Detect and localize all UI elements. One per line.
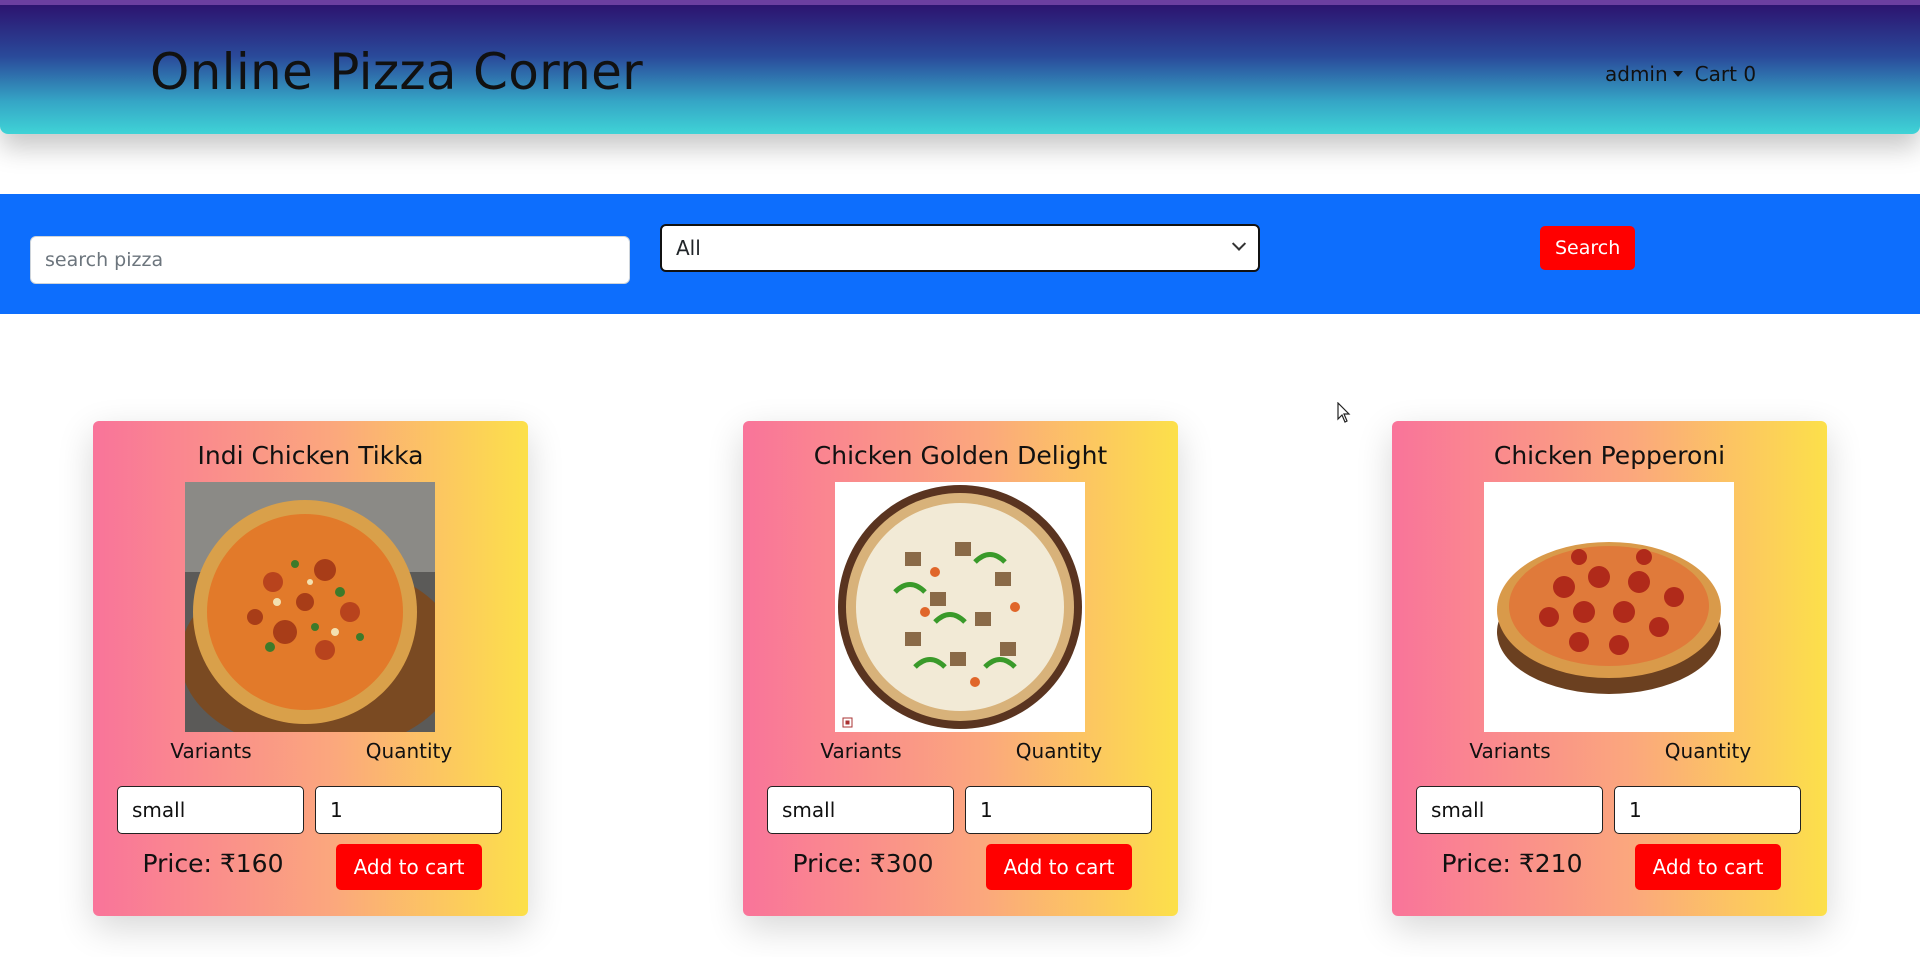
cart-link[interactable]: Cart 0: [1695, 62, 1756, 86]
pizza-name: Indi Chicken Tikka: [197, 441, 424, 470]
pizza-card: Indi Chicken Tikka Variants Quantity sma…: [93, 421, 528, 916]
variant-select[interactable]: small: [767, 786, 954, 834]
category-selected-value: All: [676, 236, 701, 260]
navbar: Online Pizza Corner admin Cart 0: [0, 0, 1920, 134]
pizza-name: Chicken Pepperoni: [1493, 441, 1726, 470]
pizza-image-graphic: [185, 482, 435, 732]
quantity-select[interactable]: 1: [1614, 786, 1801, 834]
add-to-cart-button[interactable]: Add to cart: [336, 844, 482, 890]
variants-label: Variants: [820, 739, 902, 763]
mouse-cursor-icon: [1337, 402, 1351, 423]
brand-title[interactable]: Online Pizza Corner: [150, 43, 643, 101]
search-input[interactable]: [30, 236, 630, 284]
variant-select[interactable]: small: [1416, 786, 1603, 834]
add-to-cart-button[interactable]: Add to cart: [986, 844, 1132, 890]
category-select[interactable]: All: [660, 224, 1260, 272]
add-to-cart-button[interactable]: Add to cart: [1635, 844, 1781, 890]
user-menu-dropdown[interactable]: admin: [1605, 62, 1683, 86]
user-menu-label: admin: [1605, 62, 1668, 86]
quantity-label: Quantity: [1664, 739, 1752, 763]
pizza-image[interactable]: [1484, 482, 1734, 732]
variants-label: Variants: [1469, 739, 1551, 763]
filter-bar: All Search: [0, 194, 1920, 314]
quantity-label: Quantity: [1015, 739, 1103, 763]
quantity-select[interactable]: 1: [315, 786, 502, 834]
pizza-price: Price: ₹210: [1441, 849, 1583, 878]
quantity-select[interactable]: 1: [965, 786, 1152, 834]
pizza-image[interactable]: [835, 482, 1085, 732]
search-button[interactable]: Search: [1540, 226, 1636, 270]
pizza-card: Chicken Golden Delight Variants Quantity…: [743, 421, 1178, 916]
nav-right: admin Cart 0: [1605, 62, 1756, 86]
pizza-card: Chicken Pepperoni Variants Quantity smal…: [1392, 421, 1827, 916]
pizza-price: Price: ₹300: [792, 849, 934, 878]
caret-down-icon: [1672, 71, 1683, 77]
chevron-down-icon: [1231, 236, 1247, 251]
pizza-image-graphic: [835, 482, 1085, 732]
variant-select[interactable]: small: [117, 786, 304, 834]
pizza-image[interactable]: [185, 482, 435, 732]
variants-label: Variants: [170, 739, 252, 763]
pizza-name: Chicken Golden Delight: [813, 441, 1108, 470]
pizza-price: Price: ₹160: [142, 849, 284, 878]
quantity-label: Quantity: [365, 739, 453, 763]
pizza-image-graphic: [1484, 482, 1734, 732]
